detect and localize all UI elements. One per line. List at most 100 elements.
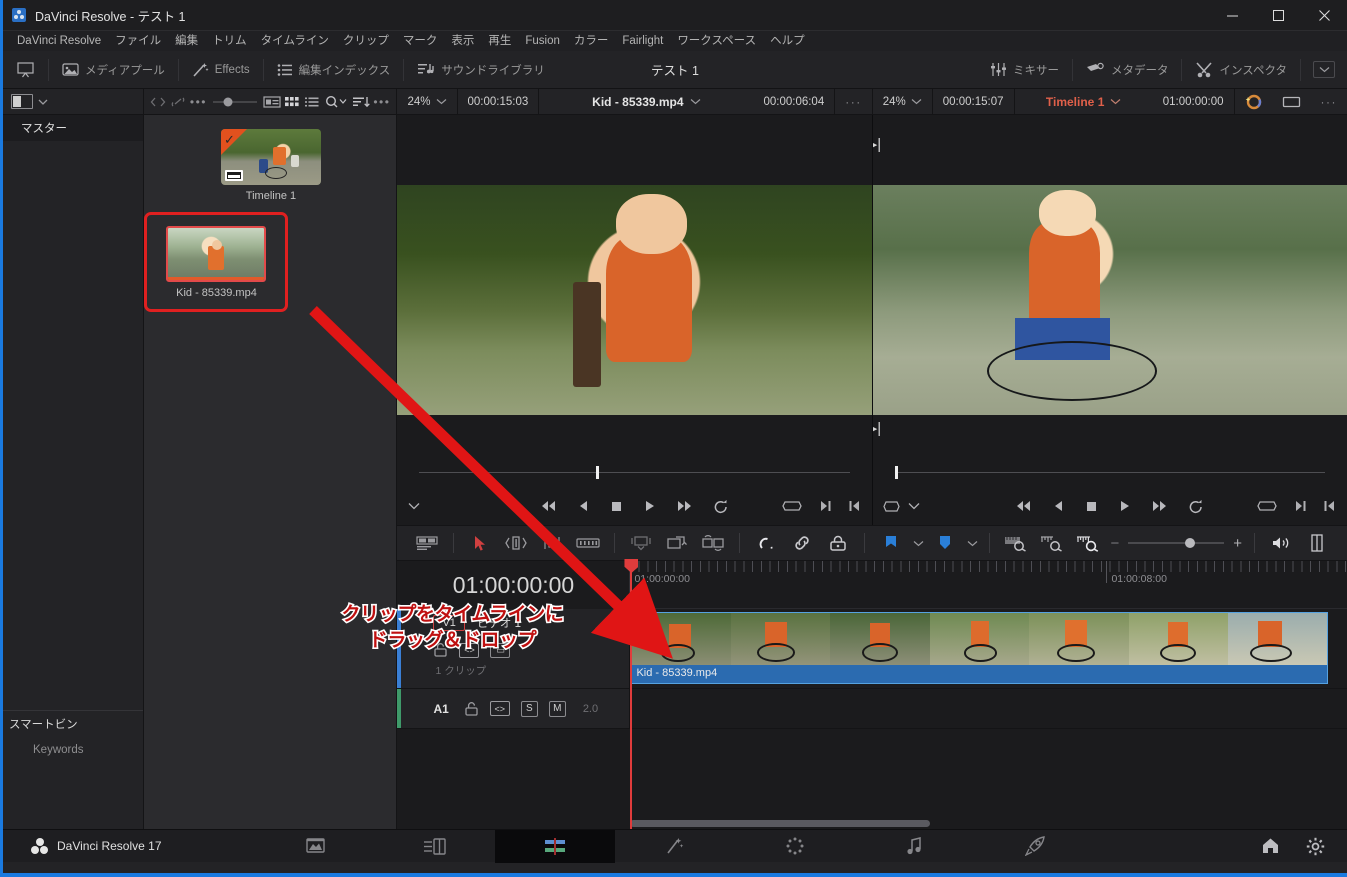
- flag-button[interactable]: [873, 525, 909, 561]
- overwrite-clip-button[interactable]: [659, 525, 695, 561]
- insert-clip-button[interactable]: [623, 525, 659, 561]
- lock-icon[interactable]: [464, 701, 479, 717]
- menu-item-file[interactable]: ファイル: [108, 31, 168, 51]
- menu-item-clip[interactable]: クリップ: [336, 31, 396, 51]
- color-wheel-button[interactable]: [1235, 89, 1272, 115]
- menu-item-view[interactable]: 表示: [444, 31, 481, 51]
- source-overflow-button[interactable]: ···: [835, 89, 872, 115]
- timeline-zoom-selector[interactable]: 24%: [873, 89, 932, 115]
- maximize-button[interactable]: [1255, 0, 1301, 31]
- audio-level-button[interactable]: [1263, 525, 1299, 561]
- search-icon[interactable]: [324, 95, 348, 109]
- mark-in-icon[interactable]: [848, 499, 862, 513]
- jump-to-end-icon[interactable]: [1151, 499, 1168, 513]
- source-transport-right[interactable]: [782, 499, 862, 513]
- jump-to-start-icon[interactable]: [1015, 499, 1032, 513]
- timeline-zoom-slider[interactable]: − +: [1110, 535, 1242, 552]
- page-button-fairlight[interactable]: [855, 830, 975, 863]
- sort-icon[interactable]: [352, 95, 370, 109]
- code-brackets-icon[interactable]: [150, 95, 166, 109]
- page-button-media[interactable]: [255, 830, 375, 863]
- mark-in-icon[interactable]: ▶|: [873, 419, 881, 437]
- jump-to-start-icon[interactable]: [540, 499, 557, 513]
- timeline-viewer[interactable]: ▶| ▶|: [871, 115, 1347, 525]
- zoom-in-icon[interactable]: +: [1233, 535, 1242, 552]
- timeline-transport-left[interactable]: [883, 500, 921, 513]
- mark-out-icon[interactable]: [818, 499, 832, 513]
- ellipsis-icon[interactable]: •••: [190, 95, 207, 109]
- mark-out-icon[interactable]: [1293, 499, 1307, 513]
- play-icon[interactable]: [643, 499, 656, 513]
- timeline-transport-right[interactable]: [1257, 499, 1337, 513]
- step-back-icon[interactable]: [577, 499, 590, 513]
- blade-edit-mode-button[interactable]: [570, 525, 606, 561]
- timeline-scrubber[interactable]: [873, 457, 1347, 487]
- panel-toggle-icon[interactable]: [11, 94, 33, 109]
- timeline-ruler[interactable]: 01:00:00:00 01:00:08:00: [630, 561, 1347, 609]
- page-button-edit[interactable]: [495, 829, 615, 863]
- source-clip-selector[interactable]: Kid - 85339.mp4: [539, 95, 753, 109]
- bin-item-keywords[interactable]: Keywords: [3, 737, 143, 763]
- timeline-clip[interactable]: Kid - 85339.mp4: [630, 612, 1329, 684]
- list-view-icon[interactable]: [304, 95, 320, 109]
- trim-edit-mode-button[interactable]: [498, 525, 534, 561]
- sound-library-button[interactable]: サウンドライブラリ: [404, 51, 558, 89]
- zoom-detail-button[interactable]: [1034, 525, 1070, 561]
- audio-track-header[interactable]: A1 <> S M 2.0: [397, 689, 631, 728]
- close-button[interactable]: [1301, 0, 1347, 31]
- media-pool-item-clip-selected[interactable]: Kid - 85339.mp4: [144, 212, 289, 312]
- step-back-icon[interactable]: [1052, 499, 1065, 513]
- timeline-horizontal-scrollbar[interactable]: [630, 820, 1335, 827]
- toolbar-overflow-button[interactable]: [1313, 61, 1335, 78]
- menu-item-workspace[interactable]: ワークスペース: [670, 31, 763, 51]
- bin-item-master[interactable]: マスター: [3, 115, 144, 141]
- mark-out-icon[interactable]: ▶|: [873, 135, 881, 153]
- play-icon[interactable]: [1118, 499, 1131, 513]
- audio-track-badge[interactable]: A1: [433, 702, 448, 716]
- snapping-button[interactable]: [748, 525, 784, 561]
- menu-item-davinci-resolve[interactable]: DaVinci Resolve: [10, 31, 108, 51]
- selection-mode-button[interactable]: [462, 525, 498, 561]
- menu-item-fusion[interactable]: Fusion: [518, 31, 567, 51]
- inspector-button[interactable]: インスペクタ: [1182, 51, 1300, 89]
- timeline-selector[interactable]: Timeline 1: [1015, 95, 1153, 109]
- scrollbar-thumb[interactable]: [630, 820, 931, 827]
- menu-item-help[interactable]: ヘルプ: [763, 31, 812, 51]
- metadata-view-icon[interactable]: [262, 95, 281, 109]
- loop-icon[interactable]: [713, 499, 729, 514]
- stop-icon[interactable]: [610, 500, 623, 513]
- page-button-color[interactable]: [735, 830, 855, 863]
- marker-button[interactable]: [927, 525, 963, 561]
- effects-button[interactable]: Effects: [179, 51, 263, 89]
- monitor-toggle-button[interactable]: [3, 51, 48, 89]
- flag-dropdown[interactable]: [909, 525, 927, 561]
- replace-clip-button[interactable]: [695, 525, 731, 561]
- auto-track-select-icon[interactable]: <>: [489, 701, 510, 716]
- zoom-slider-track[interactable]: [1128, 538, 1225, 548]
- stop-icon[interactable]: [1085, 500, 1098, 513]
- chevron-down-icon[interactable]: [35, 94, 51, 110]
- source-zoom-selector[interactable]: 24%: [397, 89, 456, 115]
- page-button-deliver[interactable]: [975, 830, 1095, 863]
- menu-item-color[interactable]: カラー: [567, 31, 616, 51]
- link-broken-icon[interactable]: [170, 95, 186, 109]
- in-out-range-icon[interactable]: [1257, 499, 1277, 513]
- more-options-icon[interactable]: •••: [373, 95, 390, 109]
- menu-item-fairlight[interactable]: Fairlight: [615, 31, 670, 51]
- thumbnail-view-icon[interactable]: [284, 95, 300, 109]
- mute-button[interactable]: M: [548, 700, 566, 717]
- thumb-size-slider-icon[interactable]: [211, 95, 259, 109]
- timeline-playhead[interactable]: [624, 559, 639, 829]
- source-viewer[interactable]: [397, 115, 872, 525]
- loop-icon[interactable]: [1188, 499, 1204, 514]
- smart-bins-header[interactable]: スマートビン: [3, 711, 143, 737]
- menu-item-mark[interactable]: マーク: [396, 31, 445, 51]
- media-pool-button[interactable]: メディアプール: [49, 51, 178, 89]
- minimize-button[interactable]: [1209, 0, 1255, 31]
- edit-index-button[interactable]: 編集インデックス: [264, 51, 404, 89]
- source-transport-left[interactable]: [407, 501, 421, 511]
- lock-tracks-button[interactable]: [820, 525, 856, 561]
- page-button-fusion[interactable]: [615, 830, 735, 863]
- zoom-full-button[interactable]: [1070, 525, 1106, 561]
- menu-item-timeline[interactable]: タイムライン: [254, 31, 336, 51]
